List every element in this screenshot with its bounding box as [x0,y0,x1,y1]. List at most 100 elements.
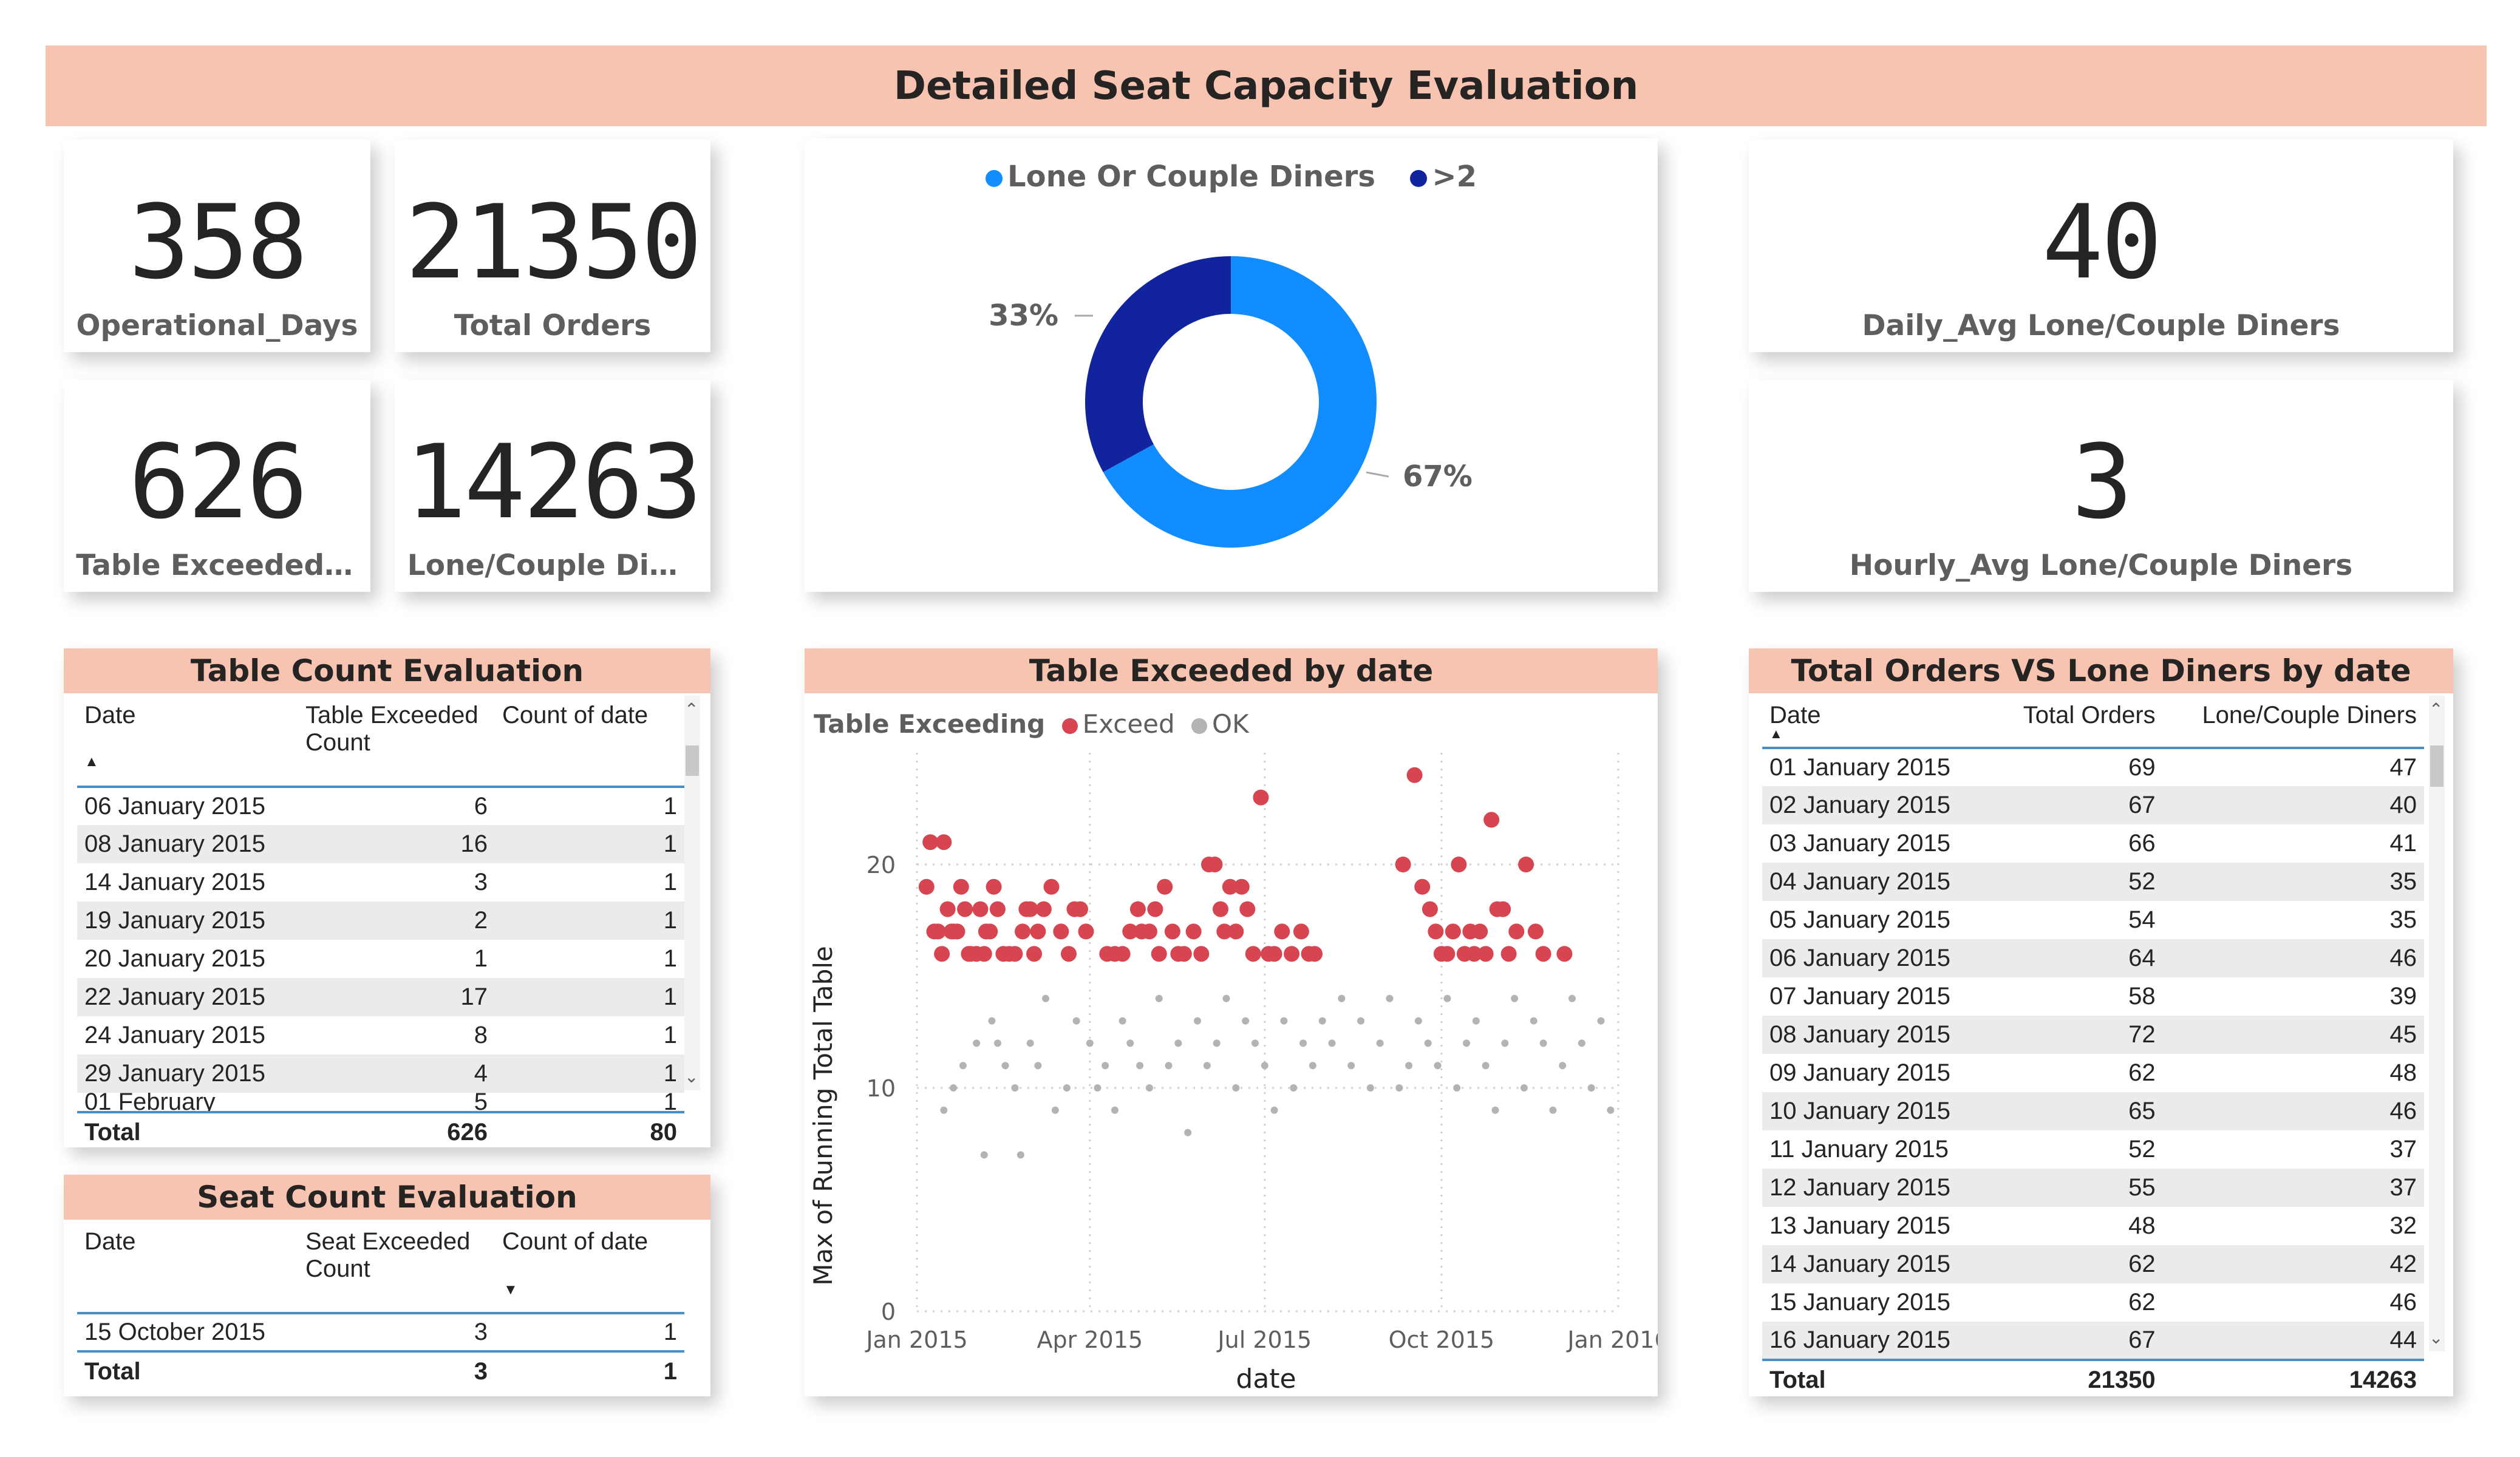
point-ok[interactable] [1587,1084,1595,1092]
point-ok[interactable] [1530,1017,1538,1025]
point-exceed[interactable] [939,901,956,917]
point-exceed[interactable] [986,878,1002,895]
point-ok[interactable] [1578,1039,1585,1047]
point-exceed[interactable] [1253,789,1269,806]
point-exceed[interactable] [1535,946,1551,962]
table-row[interactable]: 03 January 2015 66 41 [1762,824,2424,863]
scroll-up-icon[interactable]: ⌃ [2429,699,2443,719]
point-ok[interactable] [1136,1062,1144,1070]
point-exceed[interactable] [1414,878,1431,895]
table-row[interactable]: 06 January 2015 6 1 [77,787,684,825]
scatter-chart-card[interactable]: Table Exceeded by date Table Exceeding E… [805,648,1658,1396]
point-exceed[interactable] [1176,946,1192,962]
point-ok[interactable] [1376,1039,1384,1047]
point-ok[interactable] [1318,1017,1326,1025]
scroll-down-icon[interactable]: ⌄ [2429,1328,2443,1348]
point-ok[interactable] [1511,994,1519,1002]
point-exceed[interactable] [1266,946,1282,962]
point-exceed[interactable] [989,901,1006,917]
point-ok[interactable] [1472,1017,1480,1025]
point-exceed[interactable] [1495,901,1511,917]
point-exceed[interactable] [1472,923,1488,940]
kpi-hourly-avg[interactable]: 3 Hourly_Avg Lone/Couple Diners [1749,379,2453,592]
table-row[interactable]: 20 January 2015 1 1 [77,940,684,978]
point-exceed[interactable] [957,901,973,917]
point-ok[interactable] [1299,1039,1307,1047]
col-date[interactable]: Date [77,1222,298,1313]
point-ok[interactable] [988,1017,996,1025]
point-ok[interactable] [959,1062,967,1070]
table-row[interactable]: 12 January 2015 55 37 [1762,1169,2424,1207]
point-ok[interactable] [1194,1017,1201,1025]
point-exceed[interactable] [953,878,969,895]
point-ok[interactable] [1501,1039,1509,1047]
point-exceed[interactable] [1078,923,1094,940]
point-ok[interactable] [1491,1106,1499,1114]
point-exceed[interactable] [1207,857,1223,872]
point-exceed[interactable] [1022,901,1038,917]
point-ok[interactable] [1222,994,1230,1002]
table-row[interactable]: 08 January 2015 72 45 [1762,1016,2424,1054]
scrollbar[interactable]: ⌃ ⌄ [684,696,700,1090]
point-exceed[interactable] [949,923,965,940]
point-exceed[interactable] [1500,946,1517,962]
donut-slice-group[interactable] [1085,256,1231,472]
point-exceed[interactable] [930,923,946,940]
point-ok[interactable] [1145,1084,1153,1092]
point-ok[interactable] [1443,994,1451,1002]
point-ok[interactable] [993,1039,1001,1047]
table-row[interactable]: 07 January 2015 58 39 [1762,977,2424,1016]
point-exceed[interactable] [1406,767,1423,783]
table-row[interactable]: 01 February 5 1 [77,1093,684,1112]
table-row[interactable]: 13 January 2015 48 32 [1762,1207,2424,1245]
point-ok[interactable] [1366,1084,1374,1092]
point-ok[interactable] [1434,1062,1442,1070]
point-exceed[interactable] [1053,923,1069,940]
point-exceed[interactable] [982,923,998,940]
kpi-total-orders[interactable]: 21350 Total Orders [395,140,710,352]
table-row[interactable]: 11 January 2015 52 37 [1762,1130,2424,1169]
orders-table-card[interactable]: Total Orders VS Lone Diners by date Date… [1749,648,2453,1396]
point-ok[interactable] [1251,1039,1259,1047]
point-ok[interactable] [1453,1084,1461,1092]
table-row[interactable]: 10 January 2015 65 46 [1762,1092,2424,1130]
point-ok[interactable] [1242,1017,1250,1025]
table-row[interactable]: 04 January 2015 52 35 [1762,863,2424,901]
table-count-card[interactable]: Table Count Evaluation Date ▲ Table Exce… [64,648,710,1147]
table-row[interactable]: 29 January 2015 4 1 [77,1055,684,1093]
point-ok[interactable] [1309,1062,1316,1070]
point-ok[interactable] [1270,1106,1278,1114]
table-row[interactable]: 08 January 2015 16 1 [77,825,684,863]
point-ok[interactable] [1063,1084,1071,1092]
point-exceed[interactable] [1233,878,1250,895]
point-ok[interactable] [1424,1039,1432,1047]
point-ok[interactable] [1357,1017,1364,1025]
point-exceed[interactable] [1307,946,1323,962]
col-seat-exceeded[interactable]: Seat Exceeded Count [298,1222,495,1313]
point-ok[interactable] [1126,1039,1134,1047]
point-ok[interactable] [1338,994,1346,1002]
point-exceed[interactable] [1043,878,1060,895]
point-ok[interactable] [1042,994,1050,1002]
point-ok[interactable] [1405,1062,1413,1070]
kpi-daily-avg[interactable]: 40 Daily_Avg Lone/Couple Diners [1749,140,2453,352]
point-exceed[interactable] [1293,923,1309,940]
table-row[interactable]: 24 January 2015 8 1 [77,1016,684,1055]
table-row[interactable]: 22 January 2015 17 1 [77,978,684,1016]
point-ok[interactable] [1184,1129,1192,1136]
point-ok[interactable] [940,1106,948,1114]
point-ok[interactable] [1347,1062,1355,1070]
point-ok[interactable] [1520,1084,1528,1092]
point-exceed[interactable] [1185,923,1202,940]
point-ok[interactable] [1111,1106,1119,1114]
scroll-up-icon[interactable]: ⌃ [684,699,698,719]
kpi-table-exceeded[interactable]: 626 Table Exceeded C... [64,379,370,592]
point-exceed[interactable] [1007,946,1023,962]
point-exceed[interactable] [1151,946,1167,962]
table-row[interactable]: 16 January 2015 67 44 [1762,1322,2424,1360]
point-ok[interactable] [1051,1106,1059,1114]
point-exceed[interactable] [922,834,939,851]
point-ok[interactable] [1290,1084,1298,1092]
point-exceed[interactable] [1026,946,1043,962]
point-exceed[interactable] [976,946,992,962]
